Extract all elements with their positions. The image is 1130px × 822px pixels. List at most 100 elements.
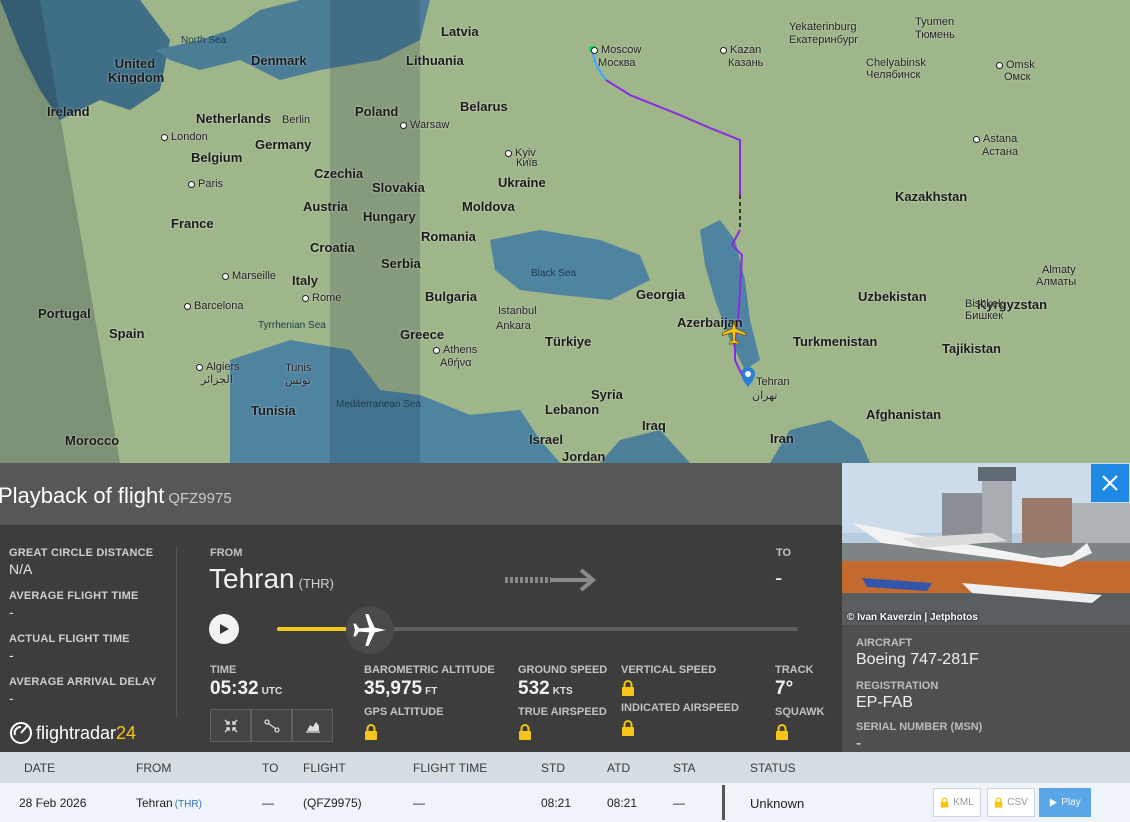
metric-true-airspeed: TRUE AIRSPEED [518, 706, 607, 745]
map-label-country: Portugal [38, 306, 91, 321]
kml-button[interactable]: KML [933, 788, 981, 817]
map-label-country: Morocco [65, 433, 120, 448]
csv-button[interactable]: CSV [987, 788, 1035, 817]
map-label-city: Αθήνα [440, 357, 472, 369]
map-label-country: Ireland [47, 104, 90, 119]
cell-sta: — [673, 796, 685, 810]
metric-barometric-altitude: BAROMETRIC ALTITUDE 35,975 FT [364, 664, 495, 700]
aircraft-handle-icon [353, 614, 386, 646]
altitude-graph-button[interactable] [292, 709, 333, 742]
stat-actual-flight-time: ACTUAL FLIGHT TIME - [9, 633, 130, 663]
from-city-name: Tehran [209, 563, 295, 594]
play-button[interactable] [209, 614, 239, 644]
stat-average-flight-time: AVERAGE FLIGHT TIME - [9, 590, 138, 620]
map-label-country: Latvia [441, 24, 479, 39]
map-label-country: Turkmenistan [793, 334, 878, 349]
origin-pin-icon[interactable] [741, 367, 755, 387]
map-label-country: Germany [255, 137, 312, 152]
map-label-city: Chelyabinsk [866, 57, 926, 69]
metric-label: TRUE AIRSPEED [518, 706, 607, 718]
col-header-std: STD [541, 761, 565, 775]
map-label-city: London [161, 131, 208, 143]
cell-std: 08:21 [541, 796, 572, 810]
map-background [0, 0, 1130, 463]
route-arrow-icon [505, 568, 597, 592]
playback-panel: Playback of flight QFZ9975 GREAT CIRCLE D… [0, 463, 842, 752]
flight-map[interactable]: Latvia Lithuania United Kingdom Ireland … [0, 0, 1130, 463]
aircraft-photo[interactable]: © Ivan Kaverzin | Jetphotos [842, 463, 1130, 625]
map-label-country: Georgia [636, 287, 686, 302]
cell-from-city: Tehran [136, 796, 173, 810]
metric-label: SQUAWK [775, 706, 825, 718]
aircraft-info-panel: © Ivan Kaverzin | Jetphotos AIRCRAFT Boe… [842, 463, 1130, 752]
csv-label: CSV [1007, 797, 1028, 808]
map-label-country: Kazakhstan [895, 189, 968, 204]
row-play-button[interactable]: Play [1039, 788, 1091, 817]
map-label-country: United Kingdom [108, 56, 165, 85]
to-city: - [775, 565, 783, 590]
map-label-country: Serbia [381, 256, 421, 271]
map-label-sea: Mediterranean Sea [336, 399, 422, 410]
stat-value: N/A [9, 561, 33, 577]
map-label-city: Moscow [591, 44, 641, 56]
map-label-city: Tehran [756, 376, 790, 388]
map-label-country: Croatia [310, 240, 355, 255]
map-label-country: Belarus [460, 99, 508, 114]
map-label-city: Алматы [1036, 276, 1077, 288]
map-label-sea: North Sea [181, 35, 227, 46]
close-button[interactable] [1091, 464, 1129, 502]
map-label-city: Athens [433, 344, 477, 356]
col-header-status: STATUS [750, 761, 796, 775]
cell-status: Unknown [750, 796, 805, 811]
map-label-city: Paris [188, 178, 223, 190]
stat-great-circle-distance: GREAT CIRCLE DISTANCE N/A [9, 547, 153, 577]
lock-icon [519, 724, 531, 740]
collapse-icon [224, 719, 237, 732]
map-label-country: Netherlands [196, 111, 272, 126]
metric-label: BAROMETRIC ALTITUDE [364, 664, 495, 676]
stat-label: AVERAGE ARRIVAL DELAY [9, 676, 157, 688]
metric-unit: KTS [552, 686, 573, 697]
map-label-city: تهران [752, 390, 778, 402]
metric-unit: UTC [261, 686, 283, 697]
play-icon [220, 624, 229, 634]
map-label-country: Afghanistan [866, 407, 942, 422]
map-label-country: Denmark [251, 53, 307, 68]
map-label-city: Rome [302, 292, 341, 304]
map-label-city: Astana [973, 133, 1017, 145]
metric-unit: FT [425, 686, 438, 697]
col-header-from: FROM [136, 761, 172, 775]
cell-flight-time: — [413, 796, 425, 810]
stat-label: GREAT CIRCLE DISTANCE [9, 547, 154, 559]
stat-average-arrival-delay: AVERAGE ARRIVAL DELAY - [9, 676, 157, 706]
collapse-button[interactable] [210, 709, 251, 742]
map-label-country: Syria [591, 387, 623, 402]
map-label-city: Warsaw [400, 119, 449, 131]
aircraft-type-label: AIRCRAFT [856, 637, 913, 649]
aircraft-position-icon[interactable] [720, 318, 748, 346]
stat-label: ACTUAL FLIGHT TIME [9, 633, 130, 645]
lock-icon [776, 724, 788, 740]
cell-from-code[interactable]: (THR) [175, 799, 202, 810]
photo-credit[interactable]: © Ivan Kaverzin | Jetphotos [847, 612, 978, 623]
metric-label: TRACK [775, 664, 814, 676]
timeline-handle[interactable] [346, 606, 394, 654]
table-row[interactable]: 28 Feb 2026 Tehran (THR) — (QFZ9975) — 08… [0, 783, 1130, 822]
map-label-country: Moldova [462, 199, 515, 214]
flight-history-table: DATE FROM TO FLIGHT FLIGHT TIME STD ATD … [0, 752, 1130, 822]
aircraft-photo-image [842, 463, 1130, 625]
map-label-city: Algiers [196, 361, 240, 373]
map-label-city: تونس [285, 375, 311, 387]
map-label-city: Omsk [996, 59, 1035, 71]
map-label-country: Lithuania [406, 53, 464, 68]
cell-from: Tehran (THR) [136, 796, 202, 810]
col-header-to: TO [262, 761, 279, 775]
map-label-city: Tunis [285, 362, 312, 374]
serial-label: SERIAL NUMBER (MSN) [856, 721, 983, 733]
panel-header: Playback of flight QFZ9975 [0, 463, 842, 525]
map-label-country: Belgium [191, 150, 243, 165]
map-label-country: Tajikistan [942, 341, 1002, 356]
cell-to: — [262, 796, 274, 810]
map-label-city: Istanbul [498, 305, 537, 317]
route-button[interactable] [251, 709, 292, 742]
